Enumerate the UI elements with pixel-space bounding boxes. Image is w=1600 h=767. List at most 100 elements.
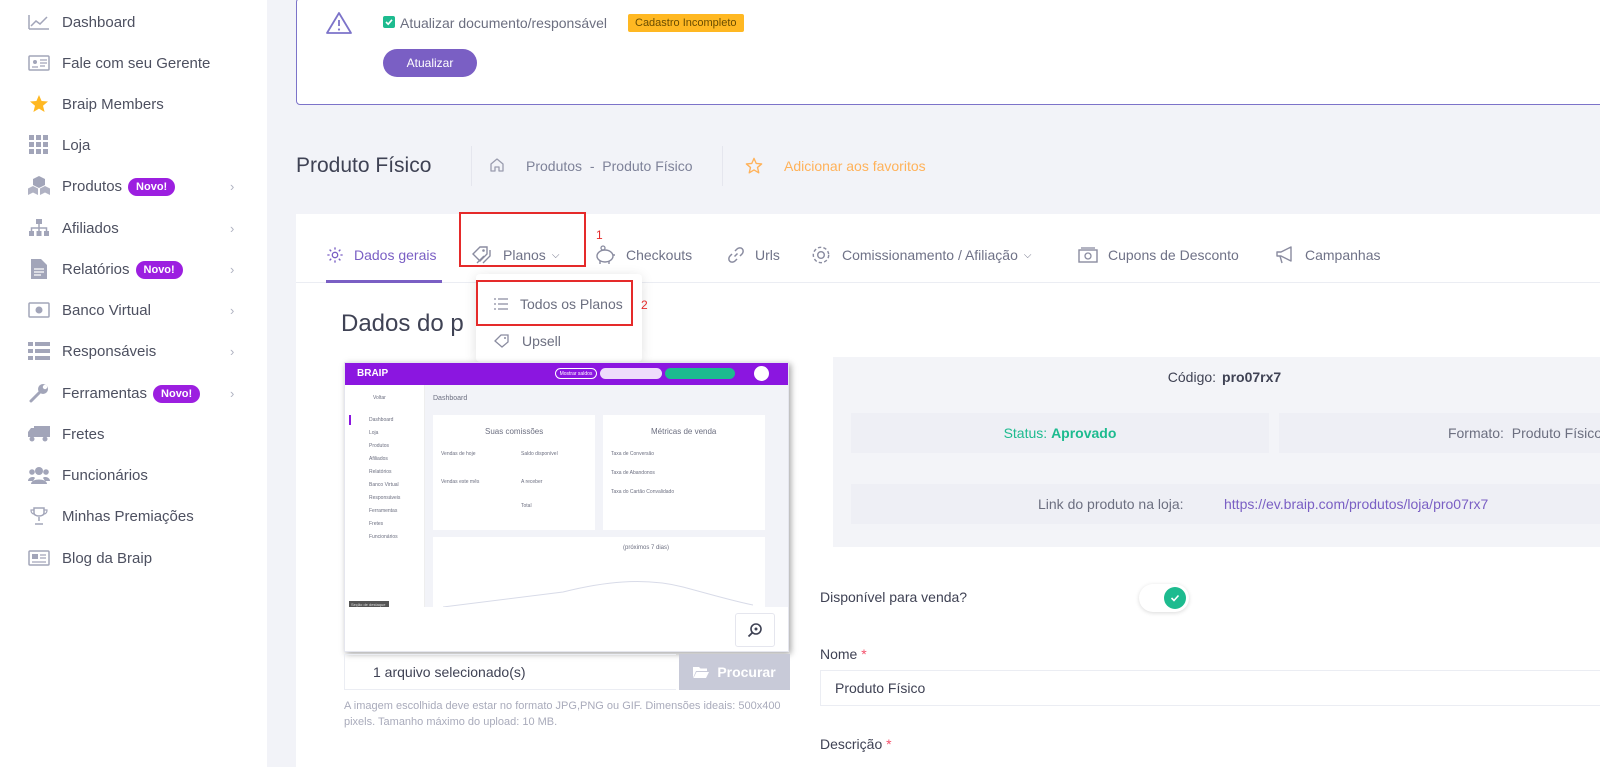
sidebar-item-label: Dashboard [62,13,136,31]
format-value: Produto Físico [1511,425,1600,441]
preview-side-item: Dashboard [369,417,394,423]
sidebar-item-afiliados[interactable]: Afiliados › [0,210,267,246]
sidebar-item-label: Banco Virtual [62,301,151,319]
new-badge: Novo! [153,384,201,403]
browse-button[interactable]: Procurar [679,654,790,690]
description-label: Descrição * [820,736,892,752]
new-badge: Novo! [128,177,176,196]
tab-label: Checkouts [626,247,693,263]
bullhorn-icon [1276,246,1292,264]
file-selected-field[interactable]: 1 arquivo selecionado(s) [344,654,676,690]
page-title: Produto Físico [296,154,432,177]
preview-side-item: Responsáveis [369,495,401,501]
check-icon [1170,594,1180,602]
link-icon [728,247,744,263]
sidebar-item-fretes[interactable]: Fretes [0,416,267,452]
preview-footer [345,607,788,651]
preview-card-chart: (próximos 7 dias) [433,537,765,617]
sidebar-item-label: Afiliados [62,219,119,237]
required-mark: * [861,646,867,662]
sidebar-item-blog[interactable]: Blog da Braip [0,540,267,576]
chevron-down-icon: ⌵ [1023,249,1032,261]
gear-icon [327,247,343,263]
tab-urls[interactable]: Urls [727,240,780,270]
required-mark: * [886,736,892,752]
preview-side-item: Voltar [373,395,386,401]
sidebar-item-funcionarios[interactable]: Funcionários [0,457,267,493]
tab-label: Urls [755,247,780,263]
preview-menu-button: Mostrar saldos [555,368,597,379]
preview-side-item: Ferramentas [369,508,398,514]
sidebar-item-responsaveis[interactable]: Responsáveis › [0,333,267,369]
sidebar-item-ferramentas[interactable]: Ferramentas Novo! › [0,375,267,411]
sidebar-item-label: Responsáveis [62,342,157,360]
chevron-right-icon: › [230,220,235,236]
update-button[interactable]: Atualizar [383,49,477,77]
preview-side-item: Relatórios [369,469,392,475]
preview-bar [600,368,662,379]
sidebar-item-relatorios[interactable]: Relatórios Novo! › [0,251,267,287]
money-icon [28,299,50,321]
preview-side-item: Funcionários [369,534,398,540]
menu-item-label: Upsell [522,333,561,349]
sidebar-item-label: Loja [62,136,91,154]
tab-comissionamento[interactable]: Comissionamento / Afiliação ⌵ [810,240,1031,270]
store-link[interactable]: https://ev.braip.com/produtos/loja/pro07… [1224,496,1488,512]
menu-item-upsell[interactable]: Upsell [494,330,561,352]
description-label-text: Descrição [820,736,883,752]
sidebar-item-banco-virtual[interactable]: Banco Virtual › [0,292,267,328]
new-badge: Novo! [135,260,183,279]
available-for-sale-toggle[interactable] [1139,584,1189,612]
home-icon[interactable] [489,157,505,178]
status-value: Aprovado [1051,425,1117,441]
breadcrumb-current[interactable]: Produto Físico [602,158,692,174]
breadcrumb-produtos[interactable]: Produtos [526,158,582,174]
sidebar-item-produtos[interactable]: Produtos Novo! › [0,168,267,204]
sidebar-item-dashboard[interactable]: Dashboard [0,4,267,40]
folder-open-icon [693,667,710,678]
status-row: Status: Aprovado [851,413,1269,453]
piggy-bank-icon [596,245,615,264]
zoom-icon [747,623,762,638]
preview-card-metrics: Métricas de venda Taxa de Conversão Taxa… [603,415,765,530]
add-to-favorites-link[interactable]: Adicionar aos favoritos [784,158,926,174]
preview-card-row: Saldo disponível [521,451,558,457]
sidebar-item-members[interactable]: Braip Members [0,86,267,122]
preview-topbar: BRAIP Mostrar saldos [345,363,788,385]
sidebar-item-label: Funcionários [62,466,148,484]
chevron-right-icon: › [230,261,235,277]
users-icon [28,464,50,486]
name-input[interactable] [820,670,1600,706]
product-info-panel: Código: pro07rx7 Status: Aprovado Format… [833,357,1600,547]
tab-cupons[interactable]: Cupons de Desconto [1078,240,1239,270]
format-label: Formato: [1447,425,1504,441]
sidebar-item-label: Relatórios [62,260,130,278]
upload-hint: A imagem escolhida deve estar no formato… [344,700,781,728]
update-document-checkbox[interactable] [383,16,395,28]
tab-campanhas[interactable]: Campanhas [1275,240,1381,270]
sidebar-item-loja[interactable]: Loja [0,127,267,163]
tab-dados-gerais[interactable]: Dados gerais [326,240,437,270]
preview-side-item: Fretes [369,521,384,527]
preview-card-row: Taxa de Abandonos [611,470,655,476]
product-code-value: pro07rx7 [1222,369,1282,385]
newspaper-icon [28,547,50,569]
tab-checkouts[interactable]: Checkouts [594,240,692,270]
divider [471,146,472,186]
preview-card-title: Suas comissões [485,427,544,436]
star-outline-icon[interactable] [745,157,763,180]
tab-label: Cupons de Desconto [1108,247,1239,263]
name-label-text: Nome [820,646,858,662]
sidebar-item-premiacoes[interactable]: Minhas Premiações [0,498,267,534]
sidebar-item-label-wrap: Relatórios Novo! [62,260,183,279]
chevron-right-icon: › [230,178,235,194]
warning-icon [325,11,353,40]
sidebar-item-gerente[interactable]: Fale com seu Gerente [0,45,267,81]
sitemap-icon [28,217,50,239]
grid-icon [28,134,50,156]
zoom-button[interactable] [735,613,775,647]
step-number-1: 1 [596,228,603,242]
preview-chart-line [443,581,753,608]
preview-side-item: Afiliados [369,456,388,462]
product-image-preview: BRAIP Mostrar saldos Voltar Dashboard Lo… [344,362,789,652]
